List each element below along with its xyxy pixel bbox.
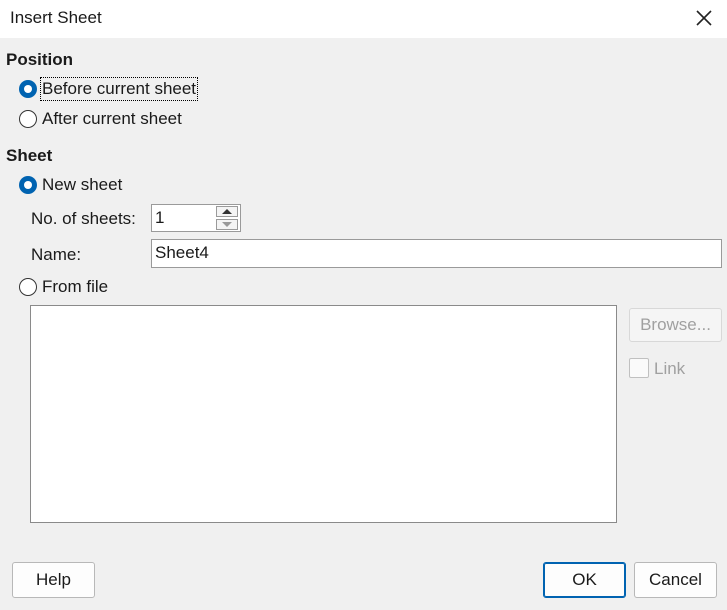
dialog-title: Insert Sheet [10,8,102,27]
ok-button[interactable]: OK [543,562,626,598]
help-button[interactable]: Help [12,562,95,598]
sheet-heading: Sheet [6,146,53,165]
arrow-up-icon [222,209,232,214]
num-sheets-spinbox[interactable]: 1 [151,204,241,232]
file-sheet-list[interactable] [30,305,617,523]
after-current-sheet-label: After current sheet [42,109,182,128]
before-current-sheet-radio[interactable]: Before current sheet [19,77,199,101]
radio-selected-icon [19,176,37,194]
num-sheets-value: 1 [155,208,165,227]
before-current-sheet-label: Before current sheet [39,77,199,101]
cancel-button[interactable]: Cancel [634,562,717,598]
browse-button[interactable]: Browse... [629,308,722,342]
title-bar: Insert Sheet [0,0,727,38]
close-icon[interactable] [691,5,717,31]
after-current-sheet-radio[interactable]: After current sheet [19,109,182,129]
link-checkbox[interactable] [629,358,649,378]
new-sheet-label: New sheet [42,175,123,194]
radio-selected-icon [19,80,37,98]
radio-unselected-icon [19,110,37,128]
spin-up-button[interactable] [216,206,238,217]
num-sheets-label: No. of sheets: [31,209,136,228]
arrow-down-icon [222,222,232,227]
radio-unselected-icon [19,278,37,296]
from-file-radio[interactable]: From file [19,277,108,297]
from-file-label: From file [42,277,109,296]
link-label: Link [654,359,686,378]
new-sheet-radio[interactable]: New sheet [19,175,122,195]
name-label: Name: [31,245,82,264]
position-heading: Position [6,50,74,69]
spin-down-button[interactable] [216,219,238,230]
insert-sheet-dialog: Insert Sheet Position Before current she… [0,0,727,610]
sheet-name-input[interactable]: Sheet4 [151,239,722,268]
